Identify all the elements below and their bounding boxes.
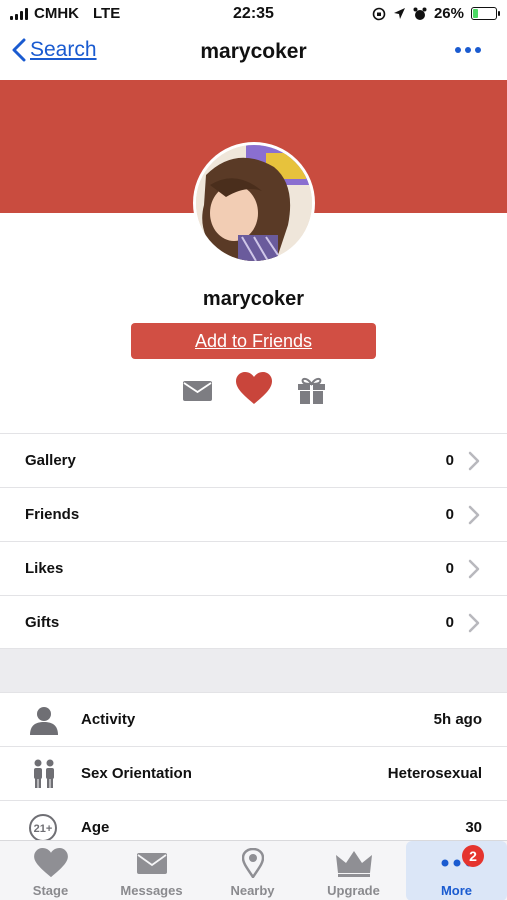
- gallery-row[interactable]: Gallery 0: [0, 433, 507, 487]
- row-count: 0: [445, 506, 454, 523]
- alarm-icon: [413, 7, 427, 20]
- couple-icon: [34, 759, 54, 788]
- location-pin-icon: [241, 848, 264, 878]
- row-label: Likes: [25, 560, 64, 577]
- profile-username: marycoker: [202, 288, 305, 310]
- chevron-right-icon: [468, 505, 480, 525]
- section-divider: [0, 648, 507, 692]
- row-count: 0: [445, 560, 454, 577]
- row-label: Gallery: [25, 452, 76, 469]
- avatar[interactable]: [193, 142, 315, 264]
- row-count: 0: [445, 452, 454, 469]
- envelope-icon: [136, 852, 167, 874]
- heart-icon[interactable]: [236, 372, 272, 406]
- page-title: marycoker: [200, 40, 307, 63]
- message-icon[interactable]: [183, 381, 212, 401]
- gift-icon[interactable]: [298, 376, 325, 404]
- tab-label: More: [440, 883, 473, 898]
- crown-icon: [335, 851, 372, 877]
- tab-bar: Stage Messages Nearby Upgrade 2 More: [0, 840, 507, 900]
- battery-percent: 26%: [433, 5, 464, 22]
- tab-upgrade[interactable]: Upgrade: [303, 841, 404, 900]
- row-label: Friends: [25, 506, 80, 523]
- info-label: Activity: [81, 711, 136, 728]
- info-label: Sex Orientation: [81, 765, 192, 782]
- info-value: 30: [465, 819, 482, 836]
- chevron-right-icon: [468, 451, 480, 471]
- navigation-bar: Search marycoker: [0, 28, 507, 78]
- tab-label: Nearby: [230, 883, 275, 898]
- chevron-right-icon: [468, 613, 480, 633]
- info-value: 5h ago: [433, 711, 482, 728]
- tab-nearby[interactable]: Nearby: [202, 841, 303, 900]
- age-21-icon: 21+: [29, 814, 57, 842]
- profile-screen: CMHK LTE 22:35 26% Search marycoker mary…: [0, 0, 507, 900]
- add-to-friends-button[interactable]: Add to Friends: [131, 323, 376, 359]
- tab-messages[interactable]: Messages: [101, 841, 202, 900]
- more-options-button[interactable]: [455, 47, 481, 53]
- info-label: Age: [81, 819, 110, 836]
- battery-icon: [471, 7, 500, 20]
- likes-row[interactable]: Likes 0: [0, 541, 507, 595]
- tab-label: Upgrade: [327, 883, 380, 898]
- tab-stage[interactable]: Stage: [0, 841, 101, 900]
- profile-actions: [0, 372, 507, 408]
- gifts-row[interactable]: Gifts 0: [0, 595, 507, 649]
- row-count: 0: [445, 614, 454, 631]
- tab-label: Messages: [120, 883, 183, 898]
- heart-icon: [33, 848, 68, 878]
- notification-badge: 2: [462, 845, 484, 867]
- sex-orientation-row: Sex Orientation Heterosexual: [0, 746, 507, 800]
- location-arrow-icon: [393, 8, 405, 19]
- person-icon: [30, 707, 58, 735]
- chevron-right-icon: [468, 559, 480, 579]
- svg-text:21+: 21+: [34, 823, 53, 835]
- friends-row[interactable]: Friends 0: [0, 487, 507, 541]
- tab-label: Stage: [32, 883, 69, 898]
- activity-row: Activity 5h ago: [0, 692, 507, 746]
- info-value: Heterosexual: [387, 765, 482, 782]
- status-bar: CMHK LTE 22:35 26%: [0, 0, 507, 28]
- orientation-lock-icon: [372, 7, 386, 20]
- row-label: Gifts: [25, 614, 60, 631]
- tab-more[interactable]: 2 More: [406, 841, 507, 900]
